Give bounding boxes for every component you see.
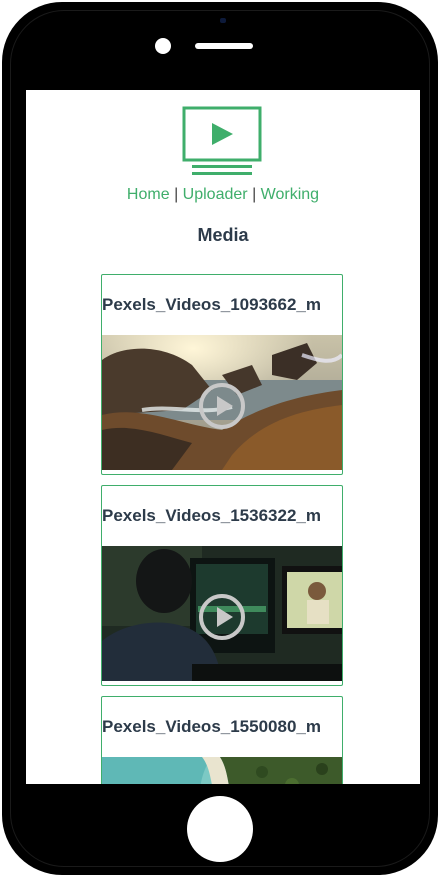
video-title: Pexels_Videos_1536322_m [102,506,321,525]
play-icon[interactable] [198,593,246,641]
nav-link-home[interactable]: Home [127,186,170,203]
top-nav: Home | Uploader | Working [26,186,420,204]
video-thumbnail[interactable] [102,546,342,681]
play-icon[interactable] [198,382,246,430]
home-button[interactable] [187,796,253,862]
phone-frame: Home | Uploader | Working Media Pexels_V… [2,2,438,875]
video-thumbnail[interactable] [102,757,342,784]
video-title: Pexels_Videos_1093662_m [102,295,321,314]
video-card[interactable]: Pexels_Videos_1536322_m [101,485,343,686]
page-title: Media [197,225,249,245]
front-sensor [220,18,226,23]
earpiece-speaker [195,43,253,49]
video-thumbnail[interactable] [102,335,342,470]
front-camera [155,38,171,54]
nav-separator: | [174,186,179,203]
tv-play-logo-icon [182,106,262,175]
video-title: Pexels_Videos_1550080_m [102,717,321,736]
video-card[interactable]: Pexels_Videos_1550080_m [101,696,343,784]
nav-link-working[interactable]: Working [261,186,319,203]
video-card[interactable]: Pexels_Videos_1093662_m [101,274,343,475]
nav-separator: | [252,186,257,203]
screen: Home | Uploader | Working Media Pexels_V… [26,90,420,784]
nav-link-uploader[interactable]: Uploader [183,186,248,203]
